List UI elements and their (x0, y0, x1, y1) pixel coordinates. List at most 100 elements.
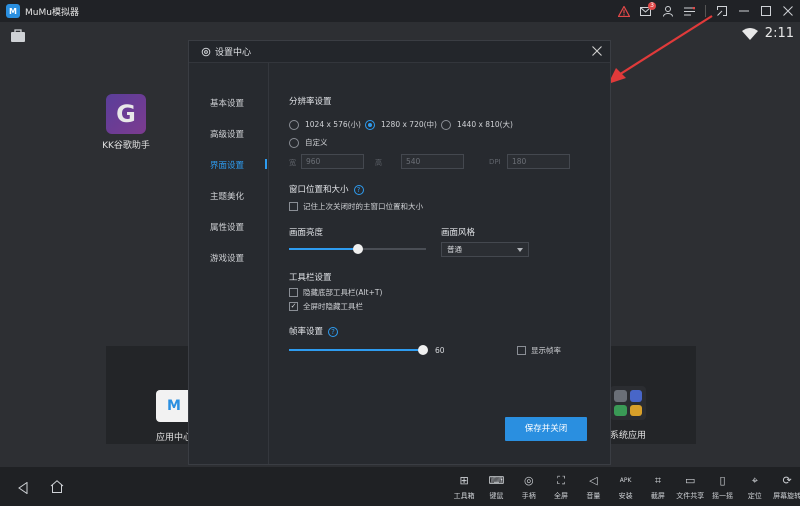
fps-value: 60 (435, 346, 445, 355)
resolution-medium-radio[interactable]: 1280 x 720(中) (365, 119, 437, 130)
section-label: 帧率设置 (289, 327, 324, 337)
toolbar-label: 键鼠 (489, 492, 504, 500)
toolbar-label: 摇一摇 (712, 492, 734, 500)
toolbar-fullscreen-button[interactable]: ⛶ 全屏 (545, 473, 577, 501)
remember-window-checkbox[interactable]: 记住上次关闭时的主窗口位置和大小 (289, 201, 423, 212)
toolbar-label: 音量 (586, 492, 601, 500)
fps-title: 帧率设置? (289, 325, 339, 337)
fullscreen-icon: ⛶ (557, 474, 565, 487)
hide-bottom-toolbar-checkbox[interactable]: 隐藏底部工具栏(Alt+T) (289, 287, 382, 298)
resolution-large-radio[interactable]: 1440 x 810(大) (441, 119, 513, 130)
kk-google-helper-app[interactable]: G KK谷歌助手 (100, 94, 152, 151)
apk-install-icon: APK (619, 477, 632, 484)
show-fps-checkbox[interactable]: 显示帧率 (517, 345, 561, 356)
dpi-label: DPI (489, 158, 501, 166)
toolbar-crop-screenshot-button[interactable]: ⌗ 截屏 (642, 473, 674, 501)
help-icon[interactable]: ? (353, 185, 364, 195)
radio-label: 1024 x 576(小) (305, 120, 361, 129)
fps-slider[interactable] (289, 345, 428, 355)
keyboard-icon: ⌨ (488, 474, 505, 487)
style-select[interactable]: 普通 (441, 242, 529, 257)
toolbar-shake-button[interactable]: ▯ 摇一摇 (706, 473, 738, 501)
width-field[interactable]: 960 (301, 154, 364, 169)
clock: 2:11 (764, 26, 794, 41)
app-center-icon: M (156, 390, 192, 422)
toolbar-toolbox-button[interactable]: ⊞ 工具箱 (448, 473, 480, 501)
close-window-icon[interactable] (781, 5, 794, 18)
toolbar-label: 文件共享 (676, 492, 705, 500)
checkbox-box (289, 202, 298, 211)
nav-theme[interactable]: 主题美化 (210, 190, 244, 202)
nav-advanced-settings[interactable]: 高级设置 (210, 128, 244, 140)
nav-basic-settings[interactable]: 基本设置 (210, 97, 244, 109)
resolution-custom-radio[interactable]: 自定义 (289, 137, 328, 148)
section-label: 窗口位置和大小 (289, 185, 349, 195)
mumu-logo-icon: M (6, 4, 20, 18)
checkbox-label: 记住上次关闭时的主窗口位置和大小 (303, 202, 423, 211)
toolbar-label: 截屏 (650, 492, 665, 500)
radio-dot (289, 137, 299, 148)
maximize-icon[interactable] (759, 5, 772, 18)
gear-icon (201, 47, 211, 57)
brightness-slider[interactable] (289, 244, 426, 254)
slider-knob[interactable] (418, 345, 428, 355)
toolbar-location-button[interactable]: ⌖ 定位 (739, 473, 771, 501)
minimize-icon[interactable] (737, 5, 750, 18)
toolbar-apk-install-button[interactable]: APK 安装 (609, 473, 641, 501)
folder-share-icon: ▭ (685, 474, 696, 487)
toolbar-folder-share-button[interactable]: ▭ 文件共享 (674, 473, 706, 501)
width-label: 宽 (289, 159, 296, 167)
notification-badge: 3 (648, 1, 656, 10)
app-label: 系统应用 (609, 431, 646, 441)
crop-screenshot-icon: ⌗ (654, 474, 662, 487)
nav-property-settings[interactable]: 属性设置 (210, 221, 244, 233)
home-icon[interactable] (50, 480, 64, 497)
select-value: 普通 (447, 245, 462, 254)
chevron-down-icon (517, 248, 523, 252)
dpi-field[interactable]: 180 (507, 154, 570, 169)
toolbar-label: 全屏 (554, 492, 569, 500)
radio-label: 自定义 (305, 138, 328, 147)
toolbar-label: 屏幕旋转 (773, 492, 800, 500)
shake-icon: ▯ (719, 474, 726, 487)
checkbox-box (517, 346, 526, 355)
checkbox-label: 隐藏底部工具栏(Alt+T) (303, 288, 383, 297)
radio-dot (365, 119, 375, 130)
slider-knob[interactable] (352, 244, 363, 254)
slider-fill (289, 349, 423, 351)
toolbar-label: 手柄 (521, 492, 536, 500)
active-nav-indicator (265, 159, 267, 169)
gamepad-icon: ◎ (523, 474, 534, 487)
fullscreen-hide-toolbar-checkbox[interactable]: ✓ 全屏时隐藏工具栏 (289, 301, 363, 312)
checkmark-icon: ✓ (289, 302, 298, 311)
height-field[interactable]: 540 (401, 154, 464, 169)
resolution-title: 分辨率设置 (289, 97, 332, 107)
bottom-toolbar: ⊞ 工具箱 ⌨ 键鼠 ◎ 手柄 ⛶ 全屏 ◁ 音量 APK 安装 ⌗ 截屏 ▭ 文件共享 ▯ 摇一摇 ⌖ 定位 ⟳ 屏幕旋… (0, 467, 800, 506)
kk-google-helper-icon: G (106, 94, 146, 134)
radio-dot (441, 119, 451, 130)
nav-interface-settings[interactable]: 界面设置 (210, 159, 244, 171)
volume-icon: ◁ (589, 474, 598, 487)
save-and-close-button[interactable]: 保存并关闭 (505, 417, 587, 441)
toolbar-rotate-button[interactable]: ⟳ 屏幕旋转 (771, 473, 800, 501)
settings-nav: 基本设置 高级设置 界面设置 主题美化 属性设置 游戏设置 (189, 63, 269, 464)
close-dialog-icon[interactable] (592, 45, 602, 59)
radio-label: 1280 x 720(中) (381, 120, 437, 129)
window-position-title: 窗口位置和大小? (289, 183, 364, 195)
location-icon: ⌖ (751, 474, 758, 487)
dialog-header: 设置中心 (189, 41, 610, 63)
checkbox-box (289, 288, 298, 297)
checkbox-label: 显示帧率 (531, 346, 561, 355)
nav-game-settings[interactable]: 游戏设置 (210, 252, 244, 264)
system-apps-folder[interactable]: 系统应用 (604, 386, 652, 441)
resolution-small-radio[interactable]: 1024 x 576(小) (289, 119, 361, 130)
help-icon[interactable]: ? (328, 327, 339, 337)
toolbar-gamepad-button[interactable]: ◎ 手柄 (513, 473, 545, 501)
toolbar-keyboard-button[interactable]: ⌨ 键鼠 (480, 473, 512, 501)
radio-dot (289, 119, 299, 130)
height-label: 高 (375, 159, 382, 167)
back-icon[interactable] (18, 481, 28, 497)
toolbar-volume-button[interactable]: ◁ 音量 (577, 473, 609, 501)
bag-icon (10, 28, 26, 42)
rotate-icon: ⟳ (782, 474, 792, 487)
